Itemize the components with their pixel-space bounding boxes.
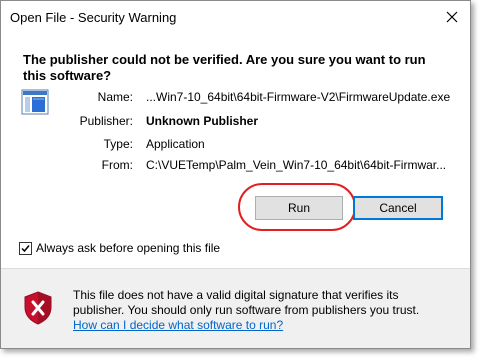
help-link[interactable]: How can I decide what software to run? bbox=[73, 318, 453, 333]
publisher-value: Unknown Publisher bbox=[146, 114, 259, 128]
always-ask-option[interactable]: Always ask before opening this file bbox=[19, 241, 220, 255]
publisher-label: Publisher: bbox=[79, 114, 133, 128]
always-ask-checkbox[interactable] bbox=[19, 241, 32, 255]
footer-line-2: publisher. You should only run software … bbox=[73, 303, 420, 317]
from-label: From: bbox=[101, 158, 133, 172]
title-bar: Open File - Security Warning bbox=[1, 1, 470, 33]
run-button[interactable]: Run bbox=[255, 196, 343, 220]
footer-message: This file does not have a valid digital … bbox=[73, 288, 453, 333]
footer-line-1: This file does not have a valid digital … bbox=[73, 288, 399, 302]
checkmark-icon bbox=[21, 244, 30, 252]
always-ask-label: Always ask before opening this file bbox=[36, 241, 221, 255]
type-label: Type: bbox=[103, 137, 133, 151]
type-value: Application bbox=[146, 137, 205, 151]
window-title: Open File - Security Warning bbox=[10, 10, 177, 25]
name-value: ...Win7-10_64bit\64bit-Firmware-V2\Firmw… bbox=[146, 90, 451, 104]
from-value: C:\VUETemp\Palm_Vein_Win7-10_64bit\64bit… bbox=[146, 158, 447, 172]
warning-heading: The publisher could not be verified. Are… bbox=[23, 52, 426, 83]
security-warning-dialog: Open File - Security Warning The publish… bbox=[0, 0, 471, 349]
application-file-icon bbox=[21, 89, 49, 118]
close-button[interactable] bbox=[440, 5, 464, 29]
name-label: Name: bbox=[97, 90, 133, 104]
security-shield-icon bbox=[23, 291, 53, 328]
cancel-button[interactable]: Cancel bbox=[353, 196, 443, 220]
close-icon bbox=[446, 11, 458, 23]
